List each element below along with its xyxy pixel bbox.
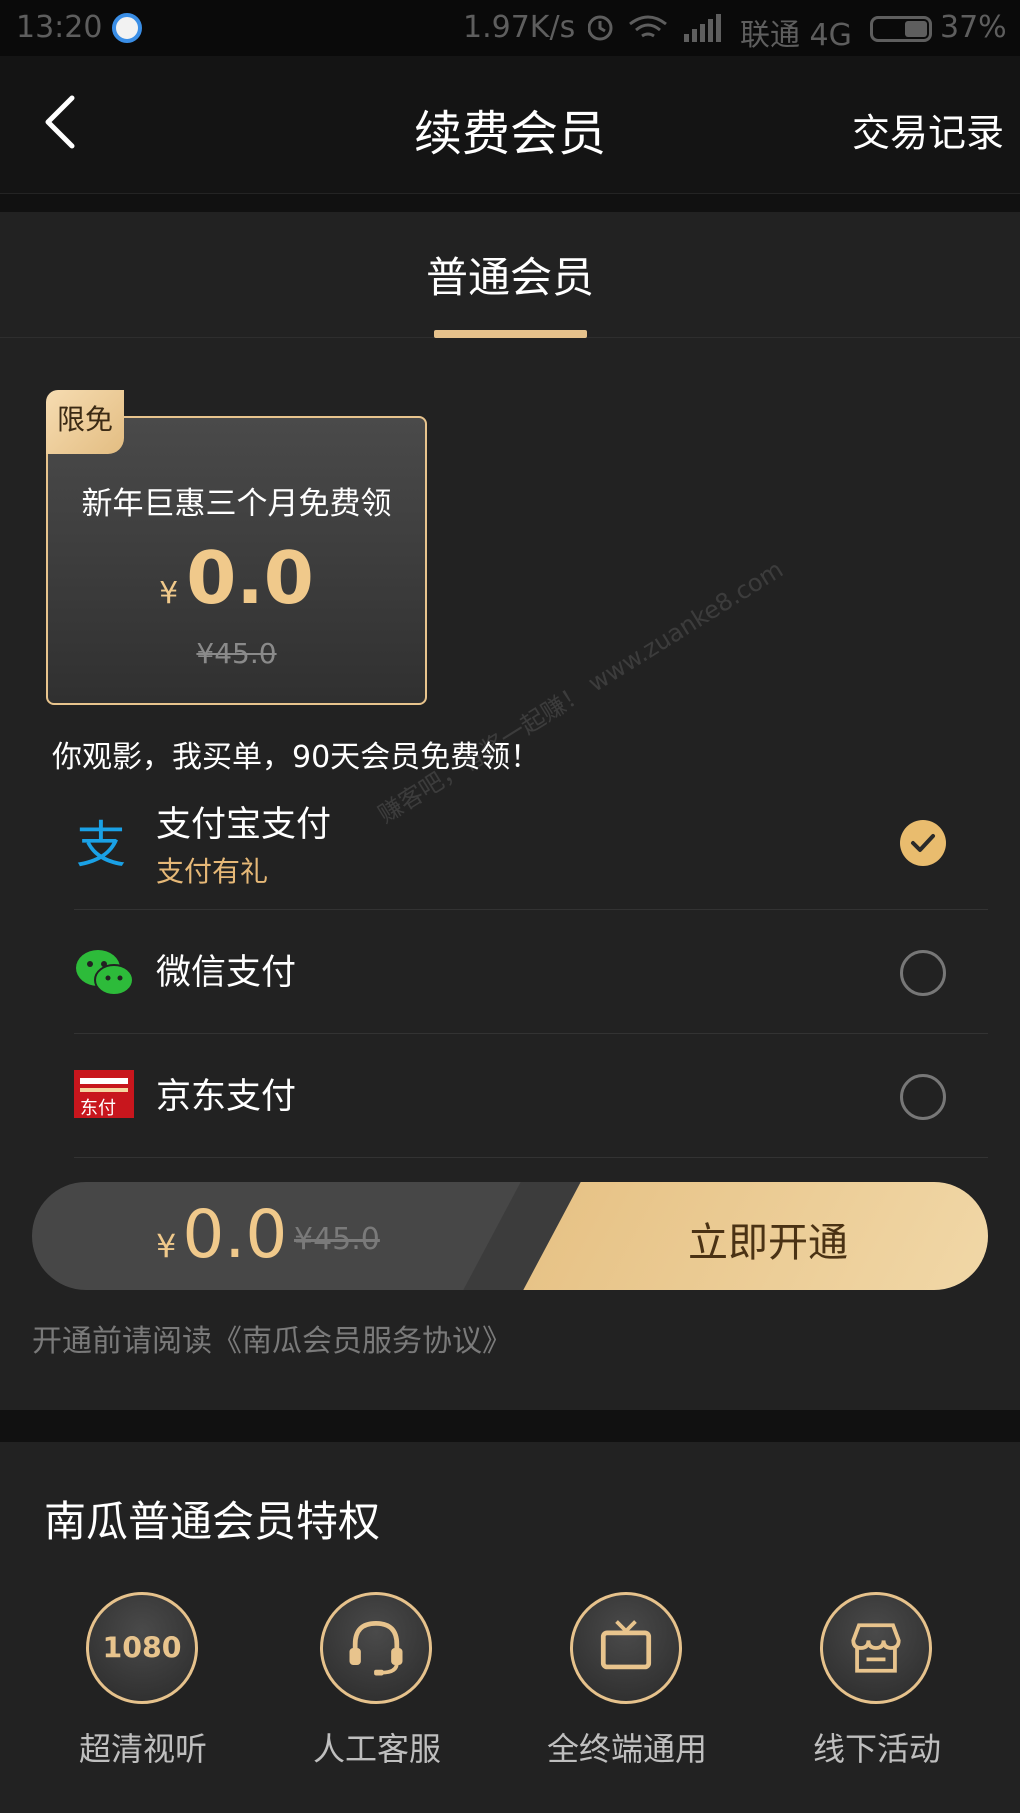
purchase-original-price: ¥45.0 [294, 1222, 380, 1257]
svg-text:支: 支 [76, 816, 126, 870]
status-time: 13:20 [16, 10, 103, 45]
agreement-prefix: 开通前请阅读 [32, 1324, 212, 1359]
open-now-label[interactable]: 立即开通 [618, 1210, 918, 1268]
privileges-title: 南瓜普通会员特权 [44, 1497, 381, 1546]
payment-name: 京东支付 [156, 1077, 297, 1117]
purchase-price: ¥0.0 [156, 1196, 287, 1273]
wifi-icon [629, 15, 667, 38]
radio-checked-icon[interactable] [900, 820, 946, 866]
service-agreement-link[interactable]: 《南瓜会员服务协议》 [212, 1324, 512, 1359]
privileges-section: 南瓜普通会员特权 1080 超清视听 人工客服 全终端通用 线下活动 [0, 1442, 1020, 1813]
hd-1080-icon: 1080 [86, 1592, 198, 1704]
privilege-service[interactable]: 人工客服 [282, 1592, 472, 1792]
radio-unchecked-icon[interactable] [900, 1074, 946, 1120]
free-badge: 限免 [46, 390, 124, 454]
app-notification-icon [112, 13, 142, 43]
status-icons [588, 14, 721, 42]
payment-subtitle: 支付有礼 [156, 855, 269, 888]
tab-regular-member[interactable]: 普通会员 [0, 244, 1020, 305]
privilege-hd[interactable]: 1080 超清视听 [48, 1592, 238, 1792]
tab-bar: 普通会员 [0, 212, 1020, 338]
plan-original-price: ¥45.0 [196, 637, 277, 670]
tv-icon [570, 1592, 682, 1704]
privilege-label: 超清视听 [78, 1730, 207, 1768]
battery-percent: 37% [940, 10, 1007, 45]
agreement-text: 开通前请阅读《南瓜会员服务协议》 [32, 1316, 512, 1360]
plan-price-value: 0.0 [186, 536, 314, 620]
jdpay-icon: 东付 [74, 1070, 134, 1119]
privilege-label: 全终端通用 [546, 1730, 707, 1768]
battery-fill [905, 21, 927, 37]
privilege-label: 人工客服 [312, 1730, 441, 1768]
plan-name: 新年巨惠三个月免费领 [81, 486, 392, 522]
tab-active-indicator [434, 330, 587, 338]
radio-unchecked-icon[interactable] [900, 950, 946, 996]
status-carrier: 联通 4G [740, 18, 852, 53]
status-net-speed: 1.97K/s [463, 10, 576, 45]
payment-option-alipay[interactable]: 支 支付宝支付 支付有礼 [74, 782, 988, 910]
signal-icon [716, 14, 721, 42]
payment-name: 支付宝支付 [156, 805, 332, 845]
status-bar: 13:20 1.97K/s 联通 4G 37% [0, 0, 1020, 56]
svg-text:1080: 1080 [103, 1631, 182, 1664]
membership-card: 普通会员 限免 新年巨惠三个月免费领 ¥0.0 ¥45.0 你观影，我买单，90… [0, 212, 1020, 1410]
purchase-currency: ¥ [156, 1227, 177, 1265]
navbar: 续费会员 交易记录 [0, 56, 1020, 194]
payment-name: 微信支付 [156, 953, 297, 993]
purchase-price-value: 0.0 [182, 1196, 288, 1273]
purchase-bar: ¥0.0 ¥45.0 立即开通 [32, 1182, 988, 1290]
headset-icon [320, 1592, 432, 1704]
payment-option-jdpay[interactable]: 东付 京东支付 [74, 1034, 988, 1158]
transaction-history-link[interactable]: 交易记录 [852, 102, 1004, 157]
alipay-icon: 支 [76, 816, 126, 870]
store-icon [820, 1592, 932, 1704]
privilege-all-devices[interactable]: 全终端通用 [532, 1592, 722, 1792]
plan-price: ¥0.0 [46, 536, 427, 620]
plan-currency: ¥ [159, 576, 179, 611]
privilege-offline-events[interactable]: 线下活动 [782, 1592, 972, 1792]
payment-option-wechat[interactable]: 微信支付 [74, 910, 988, 1034]
privilege-label: 线下活动 [812, 1730, 941, 1768]
wechat-icon [76, 950, 134, 996]
svg-text:东付: 东付 [80, 1098, 116, 1119]
